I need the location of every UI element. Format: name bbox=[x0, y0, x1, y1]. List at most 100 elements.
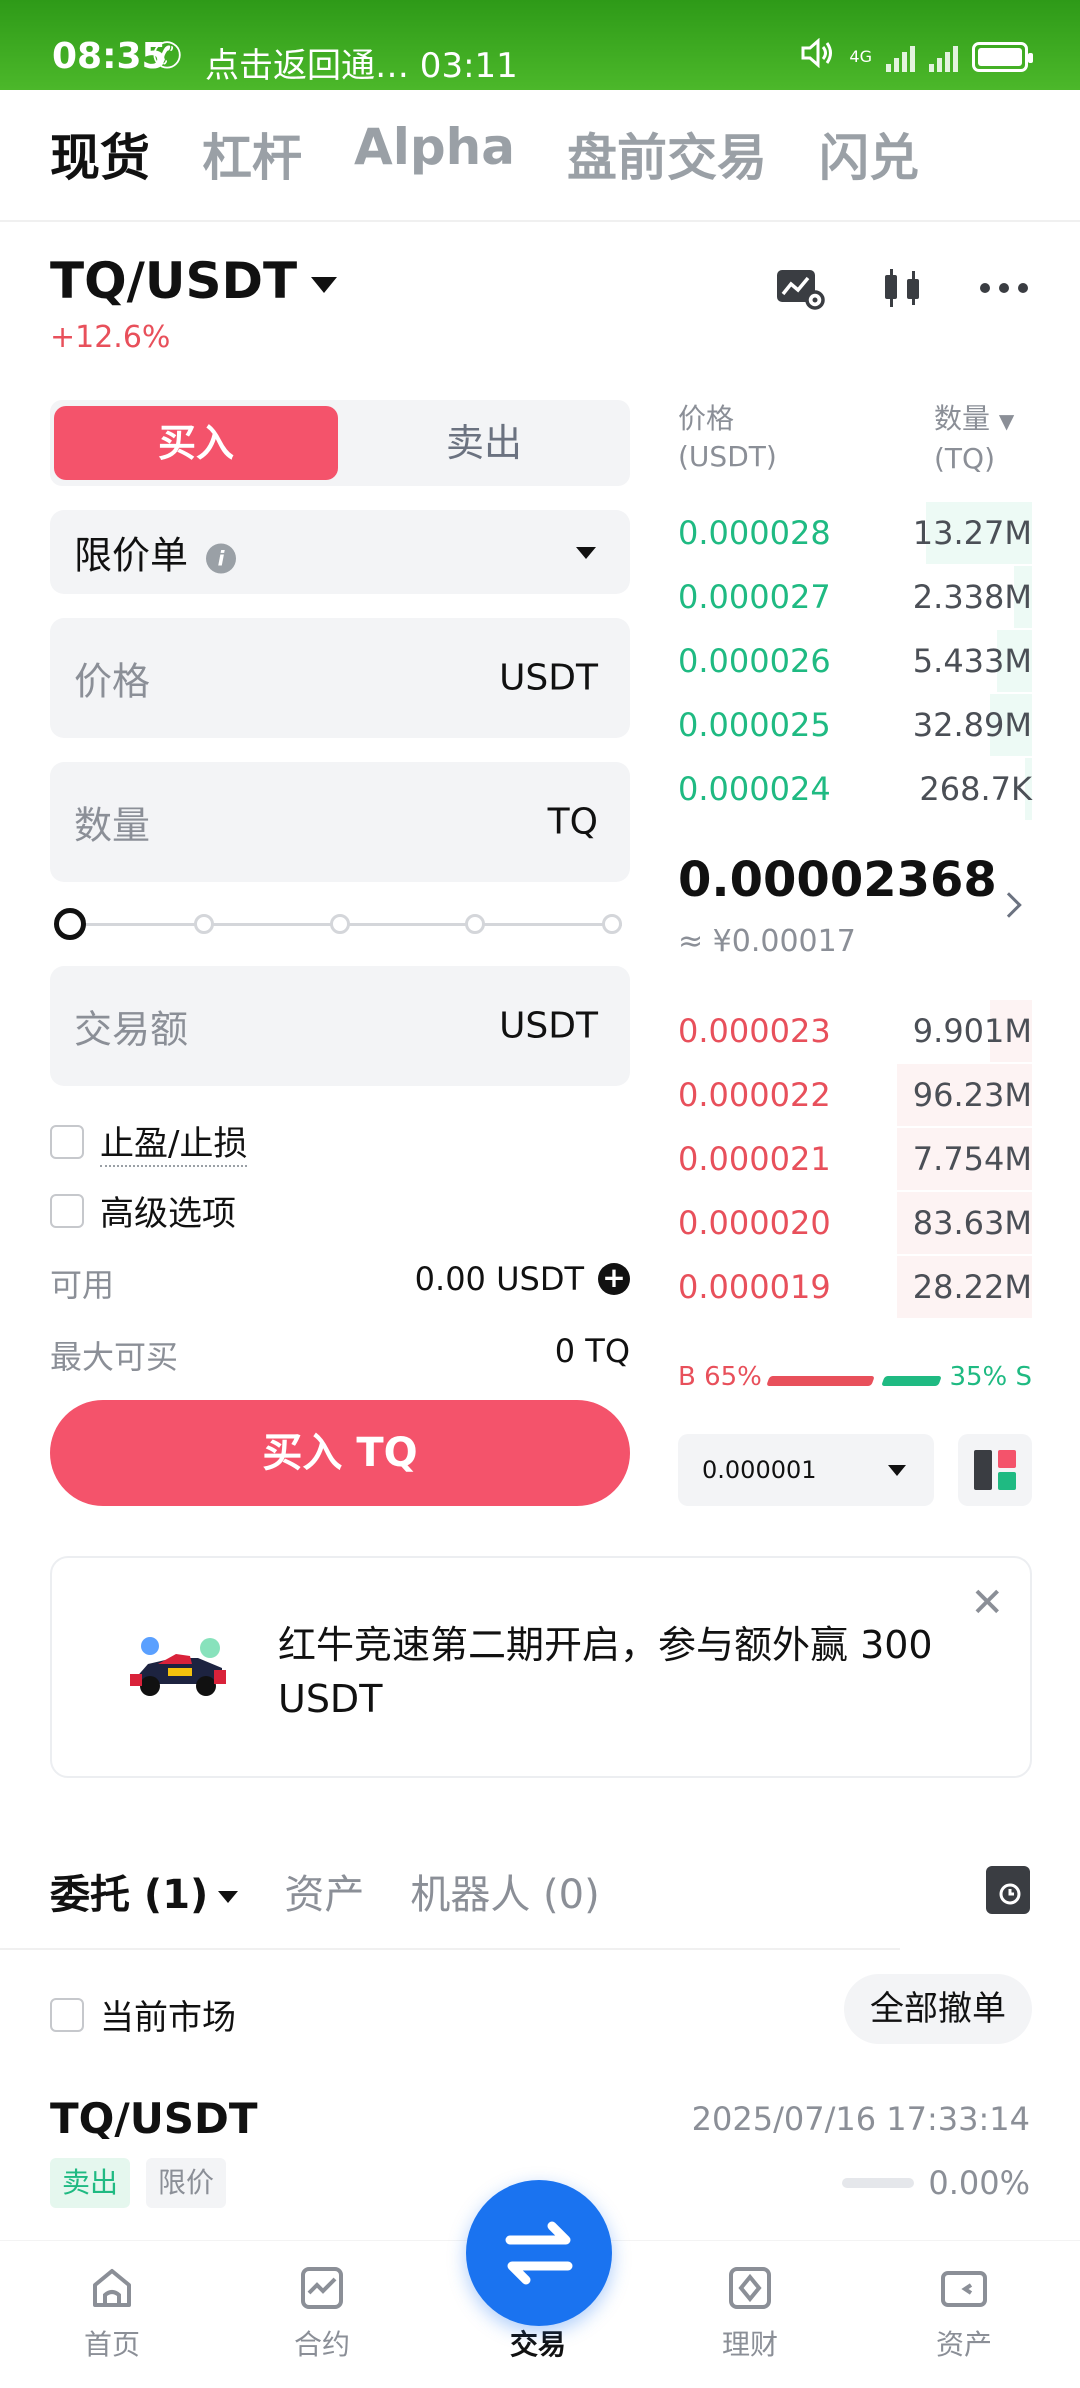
tab-margin[interactable]: 杠杆 bbox=[202, 118, 302, 190]
current-market-checkbox[interactable] bbox=[50, 1997, 84, 2032]
cancel-all-button[interactable]: 全部撤单 bbox=[844, 1974, 1032, 2044]
nav-futures[interactable]: 合约 bbox=[262, 2263, 382, 2363]
ob-price-title: 价格 bbox=[678, 402, 735, 435]
tab-flash-swap[interactable]: 闪兑 bbox=[819, 118, 919, 190]
wallet-icon bbox=[939, 2263, 989, 2313]
status-time: 08:35 bbox=[52, 36, 167, 77]
tab-open-orders-label: 委托 (1) bbox=[50, 1872, 209, 1918]
ask-row[interactable]: 0.000026 5.433M bbox=[678, 630, 1032, 692]
amount-label: 数量 bbox=[74, 803, 151, 848]
ob-price-unit: (USDT) bbox=[678, 440, 777, 473]
advanced-option[interactable]: 高级选项 bbox=[50, 1186, 236, 1235]
slider-step-50[interactable] bbox=[330, 914, 350, 934]
order-pair[interactable]: TQ/USDT bbox=[50, 2094, 258, 2143]
bid-price: 0.000020 bbox=[678, 1204, 831, 1242]
amount-input[interactable]: 数量 TQ bbox=[50, 762, 630, 882]
caret-down-icon bbox=[576, 547, 596, 559]
price-input[interactable]: 价格 USDT bbox=[50, 618, 630, 738]
earn-icon bbox=[725, 2263, 775, 2313]
slider-step-100[interactable] bbox=[602, 914, 622, 934]
side-switch: 买入 卖出 bbox=[50, 400, 630, 486]
pair-selector[interactable]: TQ/USDT bbox=[50, 252, 338, 310]
slider-step-25[interactable] bbox=[194, 914, 214, 934]
tab-alpha[interactable]: Alpha bbox=[354, 118, 515, 190]
ob-qty-unit: (TQ) bbox=[934, 442, 995, 475]
battery-icon bbox=[972, 41, 1033, 72]
bid-qty: 83.63M bbox=[912, 1204, 1032, 1242]
precision-select[interactable]: 0.000001 bbox=[678, 1434, 934, 1506]
ask-qty: 2.338M bbox=[912, 578, 1032, 616]
nav-futures-label: 合约 bbox=[293, 2328, 350, 2361]
ob-qty-header[interactable]: 数量 ▼ (TQ) bbox=[934, 400, 1014, 478]
last-price[interactable]: 0.00002368 bbox=[678, 852, 997, 908]
filled-progress-bar bbox=[842, 2178, 915, 2188]
tab-bots[interactable]: 机器人 (0) bbox=[410, 1862, 599, 1920]
ask-price: 0.000025 bbox=[678, 706, 831, 744]
tab-open-orders[interactable]: 委托 (1) bbox=[50, 1862, 239, 1920]
bid-qty: 9.901M bbox=[912, 1012, 1032, 1050]
tpsl-option[interactable]: 止盈/止损 bbox=[50, 1116, 248, 1167]
order-history-icon[interactable] bbox=[986, 1866, 1030, 1914]
close-icon[interactable]: ✕ bbox=[970, 1580, 1004, 1626]
ask-row[interactable]: 0.000027 2.338M bbox=[678, 566, 1032, 628]
bid-qty: 7.754M bbox=[912, 1140, 1032, 1178]
chevron-right-icon[interactable] bbox=[996, 892, 1022, 918]
ask-row[interactable]: 0.000025 32.89M bbox=[678, 694, 1032, 756]
nav-assets[interactable]: 资产 bbox=[904, 2263, 1024, 2363]
buy-tab[interactable]: 买入 bbox=[54, 406, 338, 480]
available-value: 0.00 USDT bbox=[414, 1260, 584, 1298]
ask-price: 0.000026 bbox=[678, 642, 831, 680]
tab-premarket[interactable]: 盘前交易 bbox=[567, 118, 767, 190]
promo-banner[interactable]: 红牛竞速第二期开启，参与额外赢 300 USDT ✕ bbox=[50, 1556, 1032, 1778]
total-input[interactable]: 交易额 USDT bbox=[50, 966, 630, 1086]
nav-assets-label: 资产 bbox=[935, 2328, 992, 2361]
ask-qty: 13.27M bbox=[912, 514, 1032, 552]
ask-row[interactable]: 0.000028 13.27M bbox=[678, 502, 1032, 564]
ask-qty: 32.89M bbox=[912, 706, 1032, 744]
amount-slider[interactable] bbox=[50, 904, 630, 944]
deposit-plus-icon[interactable]: + bbox=[598, 1263, 630, 1295]
orders-tabs: 委托 (1) 资产 机器人 (0) bbox=[50, 1862, 600, 1920]
divider bbox=[0, 1948, 900, 1950]
bid-row[interactable]: 0.000019 28.22M bbox=[678, 1256, 1032, 1318]
buy-ratio: B 65% bbox=[678, 1362, 762, 1392]
ask-row[interactable]: 0.000024 268.7K bbox=[678, 758, 1032, 820]
current-market-filter[interactable]: 当前市场 bbox=[50, 1990, 236, 2039]
order-type-select[interactable]: 限价单 i bbox=[50, 510, 630, 594]
trade-fab-button[interactable] bbox=[466, 2180, 612, 2326]
call-return-text[interactable]: 点击返回通… 03:11 bbox=[205, 38, 518, 87]
nav-trade-label: 交易 bbox=[509, 2328, 566, 2361]
bid-qty: 28.22M bbox=[912, 1268, 1032, 1306]
bid-row[interactable]: 0.000022 96.23M bbox=[678, 1064, 1032, 1126]
info-icon[interactable]: i bbox=[206, 543, 237, 573]
volume-icon bbox=[801, 37, 835, 75]
swap-icon bbox=[505, 2221, 573, 2285]
bid-price: 0.000023 bbox=[678, 1012, 831, 1050]
tpsl-checkbox[interactable] bbox=[50, 1124, 84, 1159]
home-icon bbox=[87, 2263, 137, 2313]
bid-price: 0.000022 bbox=[678, 1076, 831, 1114]
bid-row[interactable]: 0.000020 83.63M bbox=[678, 1192, 1032, 1254]
order-time: 2025/07/16 17:33:14 bbox=[691, 2100, 1030, 2138]
advanced-checkbox[interactable] bbox=[50, 1193, 84, 1228]
caret-down-icon bbox=[888, 1465, 906, 1476]
bid-row[interactable]: 0.000021 7.754M bbox=[678, 1128, 1032, 1190]
candlestick-icon[interactable] bbox=[876, 262, 928, 314]
header-actions bbox=[774, 262, 1030, 314]
order-type-label: 限价单 bbox=[74, 533, 189, 578]
more-icon[interactable] bbox=[978, 262, 1030, 314]
signal-icon-2 bbox=[929, 42, 958, 72]
tab-spot[interactable]: 现货 bbox=[50, 118, 150, 190]
chart-settings-icon[interactable] bbox=[774, 262, 826, 314]
slider-handle[interactable] bbox=[54, 908, 86, 940]
book-layout-icon[interactable] bbox=[958, 1434, 1032, 1506]
status-bar: 08:35 ✆ 点击返回通… 03:11 4G bbox=[0, 0, 1080, 90]
tab-assets[interactable]: 资产 bbox=[284, 1862, 364, 1920]
nav-home[interactable]: 首页 bbox=[52, 2263, 172, 2363]
sell-tab[interactable]: 卖出 bbox=[342, 406, 626, 480]
buy-submit-button[interactable]: 买入 TQ bbox=[50, 1400, 630, 1506]
nav-earn[interactable]: 理财 bbox=[690, 2263, 810, 2363]
bid-row[interactable]: 0.000023 9.901M bbox=[678, 1000, 1032, 1062]
ob-qty-title: 数量 bbox=[934, 402, 991, 435]
slider-step-75[interactable] bbox=[465, 914, 485, 934]
